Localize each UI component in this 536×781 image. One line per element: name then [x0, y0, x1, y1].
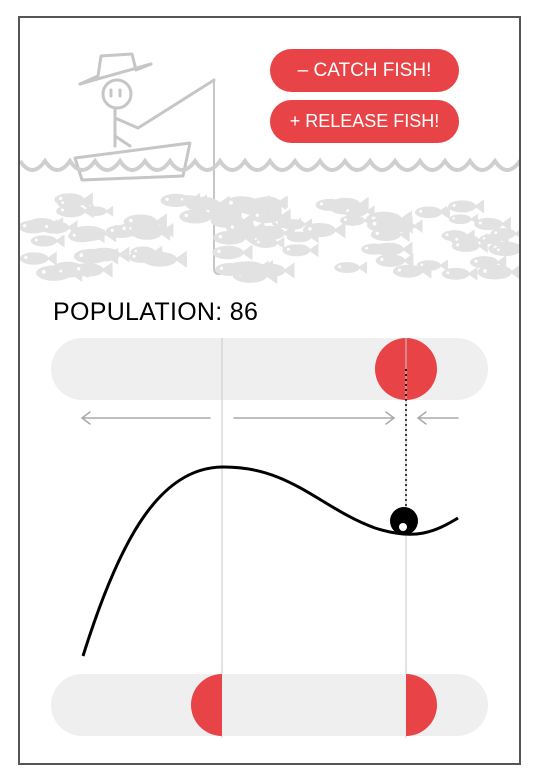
- growth-curve: [81, 465, 459, 657]
- population-label: POPULATION:: [53, 298, 230, 326]
- fish-icon: [282, 243, 319, 258]
- arrow-left-small-icon: [416, 411, 459, 425]
- direction-arrows: [80, 411, 459, 425]
- arrow-left-icon: [80, 411, 211, 425]
- fishing-simulation: – CATCH FISH! + RELEASE FISH! POPULATION…: [18, 16, 521, 765]
- population-value: 86: [229, 298, 259, 326]
- catch-fish-button[interactable]: – CATCH FISH!: [270, 49, 459, 92]
- fish-school: [20, 192, 519, 285]
- population-display: POPULATION: 86: [53, 298, 258, 327]
- release-fish-button[interactable]: + RELEASE FISH!: [270, 100, 459, 143]
- fish-icon: [20, 251, 57, 266]
- fish-icon: [30, 234, 65, 248]
- fish-icon: [334, 261, 368, 274]
- waves-icon: [20, 157, 519, 172]
- fish-icon: [448, 213, 479, 225]
- fish-icon: [212, 244, 253, 261]
- population-ball-highlight: [399, 523, 407, 531]
- fish-icon: [448, 199, 485, 214]
- arrow-right-icon: [233, 411, 396, 425]
